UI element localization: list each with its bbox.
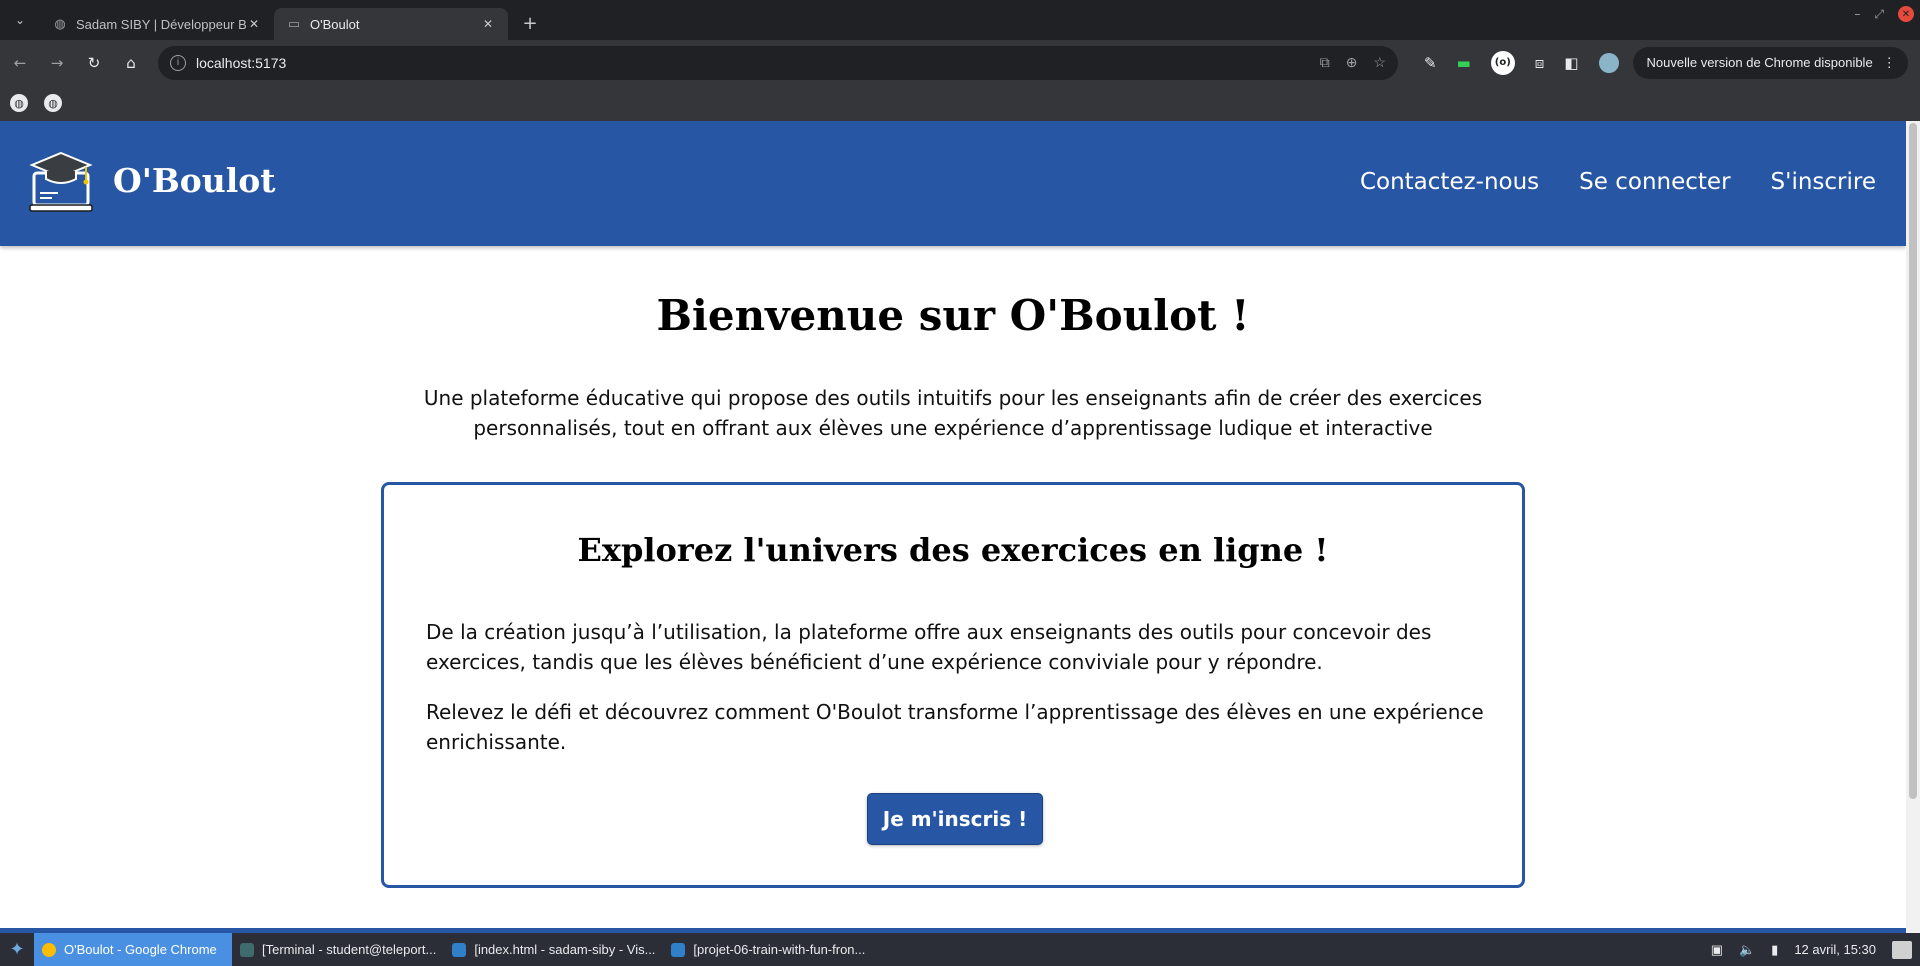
zoom-icon[interactable]: ⊕ xyxy=(1346,54,1358,71)
chrome-icon xyxy=(42,942,56,957)
tab-search-chevron-icon[interactable]: ⌄ xyxy=(0,0,40,40)
taskbar-item-vscode-2[interactable]: [projet-06-train-with-fun-fron... xyxy=(663,933,873,966)
laptop-favicon-icon: ▭ xyxy=(287,16,301,31)
taskbar-item-terminal[interactable]: [Terminal - student@teleport... xyxy=(232,933,444,966)
signup-cta-button[interactable]: Je m'inscris ! xyxy=(867,793,1043,845)
profile-avatar[interactable] xyxy=(1598,52,1619,73)
scrollbar-thumb[interactable] xyxy=(1909,123,1917,799)
page-scrollbar[interactable] xyxy=(1906,121,1920,933)
update-label: Nouvelle version de Chrome disponible xyxy=(1646,55,1873,70)
os-taskbar: ✦ O'Boulot - Google Chrome [Terminal - s… xyxy=(0,933,1920,966)
bookmarks-bar: ◍ ◍ xyxy=(0,85,1920,121)
bookmark-star-icon[interactable]: ☆ xyxy=(1373,54,1386,71)
extensions-area: ✎ ▬ (o) ⧈ ◧ xyxy=(1424,50,1619,75)
address-bar[interactable]: i localhost:5173 ⧉ ⊕ ☆ xyxy=(158,45,1398,80)
restore-icon[interactable]: ⤢ xyxy=(1874,7,1884,22)
taskbar-label: O'Boulot - Google Chrome xyxy=(64,942,217,957)
browser-tab-strip: ⌄ ◍ Sadam SIBY | Développeur B ✕ ▭ O'Bou… xyxy=(0,0,1920,40)
bookmark-globe-icon[interactable]: ◍ xyxy=(10,94,28,112)
site-nav: Contactez-nous Se connecter S'inscrire xyxy=(1360,169,1876,195)
tab-title: Sadam SIBY | Développeur B xyxy=(76,16,246,32)
reload-icon[interactable]: ↻ xyxy=(77,46,111,80)
nav-contact-link[interactable]: Contactez-nous xyxy=(1360,169,1539,195)
browser-toolbar: ← → ↻ ⌂ i localhost:5173 ⧉ ⊕ ☆ ✎ ▬ (o) ⧈… xyxy=(0,40,1920,85)
vscode-icon xyxy=(452,942,467,957)
system-tray: ▣ 🔈 ▮ 12 avril, 15:30 xyxy=(1711,933,1920,966)
clock[interactable]: 12 avril, 15:30 xyxy=(1794,942,1876,957)
url-text[interactable]: localhost:5173 xyxy=(196,55,1320,71)
hero-title: Bienvenue sur O'Boulot ! xyxy=(656,291,1250,340)
taskbar-label: [index.html - sadam-siby - Vis... xyxy=(474,942,656,957)
show-desktop-icon[interactable] xyxy=(1892,940,1912,959)
site-header: O'Boulot Contactez-nous Se connecter S'i… xyxy=(0,121,1906,246)
nav-login-link[interactable]: Se connecter xyxy=(1579,169,1730,195)
terminal-icon xyxy=(240,942,254,957)
tab-title: O'Boulot xyxy=(310,16,360,32)
network-icon[interactable]: ▣ xyxy=(1711,942,1723,958)
puzzle-extensions-icon[interactable]: ⧈ xyxy=(1535,54,1545,72)
close-window-icon[interactable]: ✕ xyxy=(1898,6,1914,22)
explore-card: Explorez l'univers des exercices en lign… xyxy=(381,482,1525,888)
browser-tab-sadam[interactable]: ◍ Sadam SIBY | Développeur B ✕ xyxy=(40,8,274,40)
new-tab-plus-icon[interactable]: + xyxy=(514,7,546,39)
globe-icon: ◍ xyxy=(54,16,66,31)
page-viewport: O'Boulot Contactez-nous Se connecter S'i… xyxy=(0,121,1920,933)
taskbar-label: [Terminal - student@teleport... xyxy=(262,942,437,957)
card-paragraph-1: De la création jusqu’à l’utilisation, la… xyxy=(426,620,1432,674)
forward-arrow-icon[interactable]: → xyxy=(40,46,74,80)
card-paragraph-2: Relevez le défi et découvrez comment O'B… xyxy=(426,700,1484,754)
site-brand[interactable]: O'Boulot xyxy=(113,161,276,200)
vscode-icon xyxy=(671,942,686,957)
kebab-menu-icon[interactable]: ⋮ xyxy=(1883,55,1896,71)
home-icon[interactable]: ⌂ xyxy=(114,46,148,80)
extension-circle-icon[interactable]: (o) xyxy=(1490,50,1515,75)
power-icon[interactable]: ▮ xyxy=(1771,942,1778,958)
back-arrow-icon[interactable]: ← xyxy=(3,46,37,80)
taskbar-item-chrome[interactable]: O'Boulot - Google Chrome xyxy=(34,933,232,966)
laptop-graduation-cap-logo-icon[interactable] xyxy=(28,151,94,215)
taskbar-label: [projet-06-train-with-fun-fron... xyxy=(693,942,866,957)
eyedropper-icon[interactable]: ✎ xyxy=(1424,54,1437,72)
taskbar-item-vscode-1[interactable]: [index.html - sadam-siby - Vis... xyxy=(444,933,663,966)
side-panel-icon[interactable]: ◧ xyxy=(1564,54,1578,72)
ruler-extension-icon[interactable]: ▬ xyxy=(1457,54,1471,72)
site-info-icon[interactable]: i xyxy=(170,54,186,71)
tab-close-icon[interactable]: ✕ xyxy=(246,16,262,32)
nav-signup-link[interactable]: S'inscrire xyxy=(1771,169,1876,195)
card-title: Explorez l'univers des exercices en lign… xyxy=(577,531,1329,569)
chrome-update-button[interactable]: Nouvelle version de Chrome disponible ⋮ xyxy=(1632,46,1908,79)
minimize-icon[interactable]: – xyxy=(1854,7,1860,21)
hero-description: Une plateforme éducative qui propose des… xyxy=(423,386,1483,440)
browser-tab-oboulot[interactable]: ▭ O'Boulot ✕ xyxy=(274,8,508,40)
start-menu-icon[interactable]: ✦ xyxy=(0,933,34,966)
tab-close-icon[interactable]: ✕ xyxy=(480,16,496,32)
window-controls: – ⤢ ✕ xyxy=(1854,6,1914,22)
translate-icon[interactable]: ⧉ xyxy=(1320,54,1330,71)
volume-icon[interactable]: 🔈 xyxy=(1739,942,1755,958)
bookmark-globe-icon[interactable]: ◍ xyxy=(44,94,62,112)
